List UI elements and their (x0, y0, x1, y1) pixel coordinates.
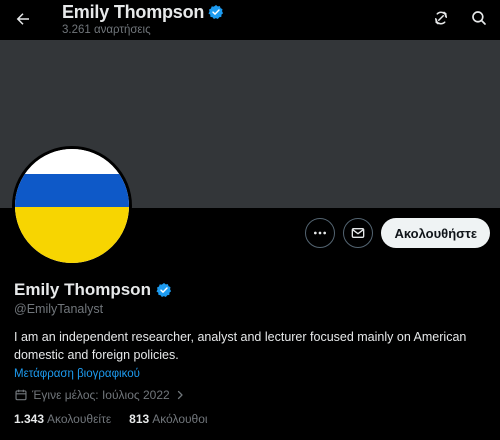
followers-count: 813 (129, 412, 150, 426)
posts-count: 3.261 αναρτήσεις (62, 24, 151, 36)
refresh-button[interactable] (428, 5, 454, 31)
calendar-icon (14, 388, 28, 402)
arrow-left-icon (14, 10, 32, 28)
following-stat[interactable]: 1.343 Ακολουθείτε (14, 412, 111, 426)
followers-label: Ακόλουθοι (152, 412, 208, 426)
avatar[interactable] (12, 146, 132, 266)
header-name: Emily Thompson (62, 1, 205, 22)
profile-info: Emily Thompson @EmilyTanalyst I am an in… (14, 280, 494, 426)
refresh-icon (432, 9, 450, 27)
user-handle: @EmilyTanalyst (14, 302, 104, 316)
search-button[interactable] (466, 5, 492, 31)
more-button[interactable] (305, 218, 336, 248)
translate-bio-link[interactable]: Μετάφραση βιογραφικού (14, 368, 494, 380)
joined-text: Έγινε μέλος: Ιούλιος 2022 (32, 388, 170, 402)
profile-page: Emily Thompson 3.261 αναρτήσεις Ακολουθή… (0, 0, 500, 440)
mail-icon (350, 225, 366, 241)
followers-stat[interactable]: 813 Ακόλουθοι (129, 412, 207, 426)
chevron-right-icon (174, 389, 186, 401)
verified-badge-icon (208, 4, 224, 20)
follow-button[interactable]: Ακολουθήστε (381, 218, 490, 248)
profile-bio: I am an independent researcher, analyst … (14, 330, 467, 362)
profile-actions: Ακολουθήστε (305, 218, 490, 248)
joined-date[interactable]: Έγινε μέλος: Ιούλιος 2022 (14, 388, 494, 402)
following-label: Ακολουθείτε (47, 412, 112, 426)
verified-badge-icon[interactable] (156, 282, 172, 298)
header-actions (428, 5, 492, 31)
follow-stats: 1.343 Ακολουθείτε 813 Ακόλουθοι (14, 412, 494, 426)
following-count: 1.343 (14, 412, 45, 426)
message-button[interactable] (343, 218, 374, 248)
display-name: Emily Thompson (14, 280, 151, 299)
search-icon (470, 9, 488, 27)
back-button[interactable] (8, 4, 38, 34)
top-bar: Emily Thompson 3.261 αναρτήσεις (0, 0, 500, 40)
more-icon (312, 225, 328, 241)
header-title-block: Emily Thompson 3.261 αναρτήσεις (62, 1, 224, 36)
